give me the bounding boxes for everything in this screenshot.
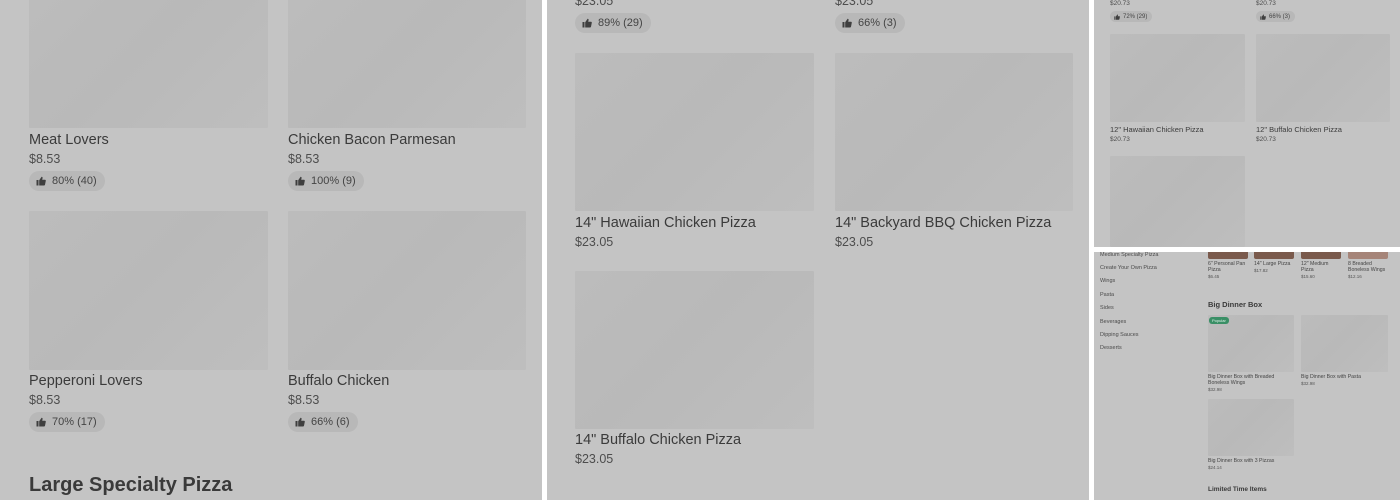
sidebar-item[interactable]: Sides bbox=[1100, 305, 1114, 311]
item-price: $8.53 bbox=[288, 152, 320, 166]
item-name[interactable]: 12" Medium Pizza bbox=[1301, 261, 1337, 273]
rating-text: 66% (6) bbox=[311, 416, 350, 428]
item-price: $23.05 bbox=[575, 235, 614, 249]
item-name[interactable]: 12" Hawaiian Chicken Pizza bbox=[1110, 125, 1204, 134]
item-price: $23.05 bbox=[575, 0, 614, 8]
item-image[interactable] bbox=[29, 0, 268, 128]
item-image[interactable] bbox=[1110, 34, 1245, 122]
rating-badge: 70% (17) bbox=[29, 412, 105, 432]
item-image[interactable] bbox=[835, 53, 1073, 211]
sidebar-item[interactable]: Dipping Sauces bbox=[1100, 332, 1139, 338]
item-price: $23.05 bbox=[835, 0, 874, 8]
section-title: Limited Time Items bbox=[1208, 486, 1267, 493]
rating-text: 89% (29) bbox=[598, 17, 643, 29]
item-name[interactable]: 14" Backyard BBQ Chicken Pizza bbox=[835, 215, 1051, 231]
item-image[interactable] bbox=[288, 211, 526, 370]
rating-text: 72% (29) bbox=[1123, 13, 1148, 20]
rating-text: 80% (40) bbox=[52, 175, 97, 187]
section-title: Large Specialty Pizza bbox=[29, 474, 233, 496]
item-price: $8.53 bbox=[288, 393, 320, 407]
thumbs-up-icon bbox=[1260, 13, 1266, 20]
menu-panel-3: $20.73 $20.73 72% (29) 66% (3) 12" Hawai… bbox=[1094, 0, 1400, 247]
sidebar-item[interactable]: Wings bbox=[1100, 278, 1115, 284]
item-name[interactable]: Big Dinner Box with Breaded Boneless Win… bbox=[1208, 374, 1282, 386]
item-name[interactable]: 12" Buffalo Chicken Pizza bbox=[1256, 125, 1342, 134]
item-price: $24.14 bbox=[1208, 465, 1222, 470]
rating-text: 70% (17) bbox=[52, 416, 97, 428]
thumbs-up-icon bbox=[582, 18, 592, 28]
item-name[interactable]: Meat Lovers bbox=[29, 132, 109, 148]
item-price: $20.73 bbox=[1256, 136, 1276, 143]
thumbs-up-icon bbox=[295, 417, 305, 427]
item-name[interactable]: Pepperoni Lovers bbox=[29, 373, 143, 389]
item-image[interactable] bbox=[1301, 315, 1388, 372]
item-image[interactable] bbox=[288, 0, 526, 128]
rating-badge: 72% (29) bbox=[1110, 11, 1153, 22]
item-image[interactable] bbox=[1208, 399, 1294, 456]
item-price: $17.82 bbox=[1254, 268, 1268, 273]
item-price: $15.60 bbox=[1301, 274, 1315, 279]
thumbs-up-icon bbox=[295, 176, 305, 186]
item-image[interactable] bbox=[575, 53, 814, 211]
rating-text: 66% (3) bbox=[1269, 13, 1291, 20]
item-image[interactable] bbox=[1348, 252, 1388, 259]
item-image[interactable] bbox=[1301, 252, 1341, 259]
sidebar-item[interactable]: Beverages bbox=[1100, 319, 1126, 325]
menu-panel-1: Meat Lovers Chicken Bacon Parmesan $8.53… bbox=[0, 0, 542, 500]
sidebar-item[interactable]: Desserts bbox=[1100, 345, 1122, 351]
rating-text: 100% (9) bbox=[311, 175, 356, 187]
thumbs-up-icon bbox=[36, 417, 46, 427]
item-price: $20.73 bbox=[1110, 0, 1130, 7]
item-name[interactable]: Big Dinner Box with Pasta bbox=[1301, 374, 1381, 380]
rating-badge: 66% (3) bbox=[1256, 11, 1296, 22]
item-image[interactable] bbox=[575, 271, 814, 429]
item-image[interactable] bbox=[1256, 34, 1390, 122]
item-name[interactable]: Buffalo Chicken bbox=[288, 373, 389, 389]
menu-panel-4: Medium Specialty Pizza Create Your Own P… bbox=[1094, 252, 1400, 500]
item-name[interactable]: Chicken Bacon Parmesan bbox=[288, 132, 456, 148]
item-price: $32.98 bbox=[1208, 387, 1222, 392]
item-image[interactable] bbox=[1254, 252, 1294, 259]
rating-text: 66% (3) bbox=[858, 17, 897, 29]
rating-badge: 66% (3) bbox=[835, 13, 905, 33]
item-price: $23.05 bbox=[575, 452, 614, 466]
section-title: Big Dinner Box bbox=[1208, 300, 1263, 309]
sidebar-item[interactable]: Create Your Own Pizza bbox=[1100, 265, 1157, 271]
thumbs-up-icon bbox=[842, 18, 852, 28]
item-image[interactable] bbox=[1110, 156, 1245, 247]
item-price: $20.73 bbox=[1110, 136, 1130, 143]
item-name[interactable]: 14" Hawaiian Chicken Pizza bbox=[575, 215, 756, 231]
item-price: $20.73 bbox=[1256, 0, 1276, 7]
sidebar-item[interactable]: Medium Specialty Pizza bbox=[1100, 252, 1158, 258]
item-name[interactable]: 6" Personal Pan Pizza bbox=[1208, 261, 1250, 273]
item-price: $6.45 bbox=[1208, 274, 1220, 279]
item-name[interactable]: Big Dinner Box with 3 Pizzas bbox=[1208, 458, 1294, 464]
item-price: $12.16 bbox=[1348, 274, 1362, 279]
sidebar-item[interactable]: Pasta bbox=[1100, 292, 1114, 298]
popular-badge: Popular bbox=[1209, 317, 1229, 324]
item-image[interactable] bbox=[1208, 252, 1248, 259]
item-price: $8.53 bbox=[29, 152, 61, 166]
rating-badge: 89% (29) bbox=[575, 13, 651, 33]
item-name[interactable]: 8 Breaded Boneless Wings bbox=[1348, 261, 1394, 273]
item-name[interactable]: 14" Buffalo Chicken Pizza bbox=[575, 432, 741, 448]
rating-badge: 100% (9) bbox=[288, 171, 364, 191]
item-price: $32.98 bbox=[1301, 381, 1315, 386]
thumbs-up-icon bbox=[36, 176, 46, 186]
item-image[interactable] bbox=[29, 211, 268, 370]
thumbs-up-icon bbox=[1114, 13, 1120, 20]
rating-badge: 80% (40) bbox=[29, 171, 105, 191]
item-price: $23.05 bbox=[835, 235, 874, 249]
rating-badge: 66% (6) bbox=[288, 412, 358, 432]
menu-panel-2: $23.05 $23.05 89% (29) 66% (3) 14" Hawai… bbox=[547, 0, 1089, 500]
item-name[interactable]: 14" Large Pizza bbox=[1254, 261, 1296, 267]
item-price: $8.53 bbox=[29, 393, 61, 407]
